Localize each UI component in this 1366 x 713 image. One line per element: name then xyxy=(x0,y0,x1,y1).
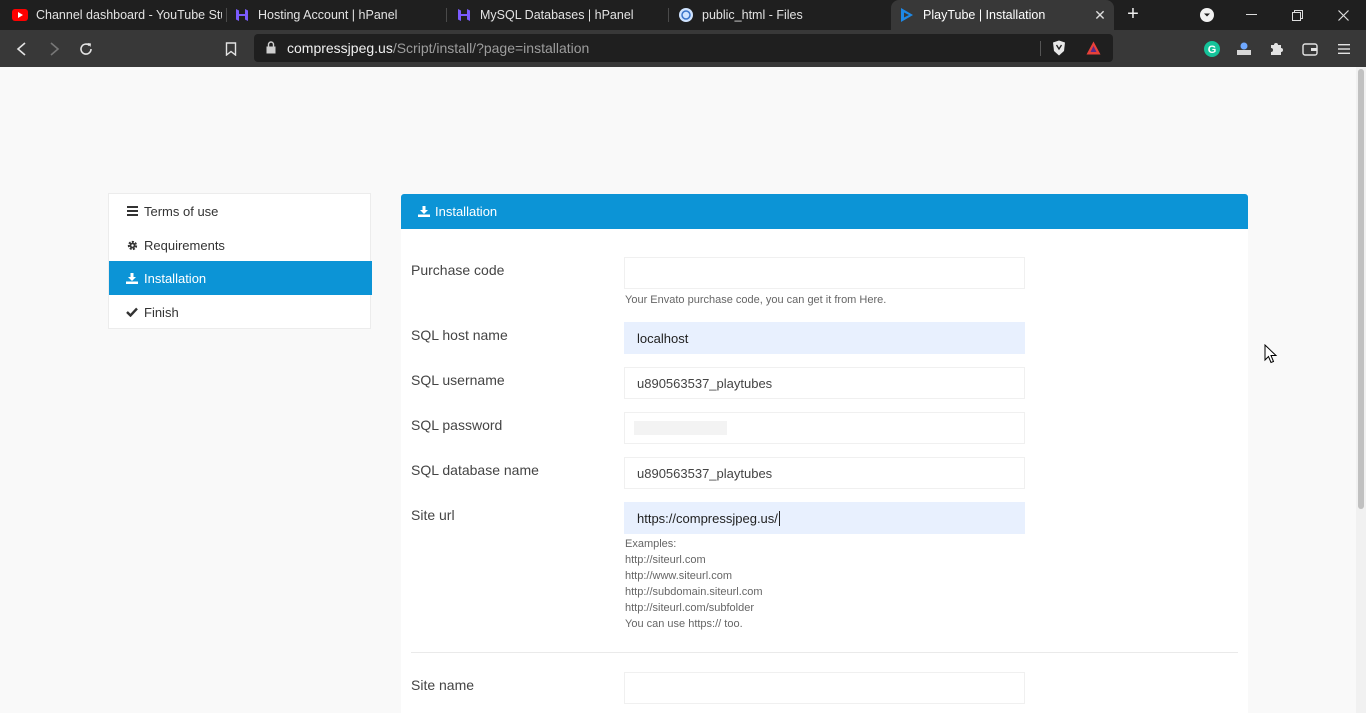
tab-mysql-databases[interactable]: MySQL Databases | hPanel xyxy=(456,0,656,30)
hostinger-icon xyxy=(456,7,472,23)
tab-hosting-account[interactable]: Hosting Account | hPanel xyxy=(234,0,434,30)
svg-text:G: G xyxy=(1208,44,1217,56)
sidebar-item-installation[interactable]: Installation xyxy=(109,261,372,295)
tab-search-icon[interactable] xyxy=(1184,0,1230,30)
check-icon xyxy=(126,306,138,318)
help-line: http://siteurl.com/subfolder xyxy=(625,602,755,614)
sql-host-label: SQL host name xyxy=(411,327,508,343)
tab-strip: Channel dashboard - YouTube Stud Hosting… xyxy=(0,0,1366,30)
help-line: http://subdomain.siteurl.com xyxy=(625,586,763,598)
sql-database-label: SQL database name xyxy=(411,462,539,478)
sql-username-input[interactable]: u890563537_playtubes xyxy=(624,367,1025,399)
sql-host-input[interactable]: localhost xyxy=(624,322,1025,354)
minimize-button[interactable] xyxy=(1228,0,1274,30)
menu-icon[interactable] xyxy=(1334,39,1354,59)
sql-database-input[interactable]: u890563537_playtubes xyxy=(624,457,1025,489)
extension-profile-icon[interactable] xyxy=(1234,39,1254,59)
sidebar-item-requirements[interactable]: Requirements xyxy=(109,228,372,262)
url-path: /Script/install/?page=installation xyxy=(392,40,590,56)
panel-header: Installation xyxy=(401,194,1248,229)
site-name-label: Site name xyxy=(411,677,475,693)
close-window-button[interactable] xyxy=(1320,0,1366,30)
tab-separator xyxy=(226,8,227,22)
scrollbar-thumb[interactable] xyxy=(1358,69,1364,509)
section-divider xyxy=(411,652,1238,653)
sidebar-item-label: Installation xyxy=(144,270,207,286)
password-mask xyxy=(634,421,727,435)
tab-title: MySQL Databases | hPanel xyxy=(480,8,634,22)
sql-password-input[interactable] xyxy=(624,412,1025,444)
tab-separator xyxy=(668,8,669,22)
new-tab-button[interactable]: + xyxy=(1122,4,1144,26)
page-scrollbar[interactable] xyxy=(1356,67,1366,713)
help-line: http://www.siteurl.com xyxy=(625,570,732,582)
text-caret xyxy=(778,510,780,526)
purchase-code-input[interactable] xyxy=(624,257,1025,289)
address-bar[interactable]: compressjpeg.us/Script/install/?page=ins… xyxy=(254,34,1113,62)
site-url-input[interactable]: https://compressjpeg.us/ xyxy=(624,502,1025,534)
purchase-code-help: Your Envato purchase code, you can get i… xyxy=(625,294,887,306)
tab-title: PlayTube | Installation xyxy=(923,8,1046,22)
sql-username-label: SQL username xyxy=(411,372,505,388)
download-icon xyxy=(126,272,138,284)
url-text: compressjpeg.us/Script/install/?page=ins… xyxy=(287,40,589,56)
tab-playtube-installation[interactable]: PlayTube | Installation ✕ xyxy=(891,0,1114,30)
sidebar-item-label: Requirements xyxy=(144,237,225,253)
sidebar-item-finish[interactable]: Finish xyxy=(109,295,372,329)
purchase-code-label: Purchase code xyxy=(411,262,505,278)
panel-title: Installation xyxy=(435,204,498,219)
youtube-icon xyxy=(12,7,28,23)
tab-title: public_html - Files xyxy=(702,8,803,22)
install-steps-sidebar: Terms of use Requirements Installation F… xyxy=(108,193,372,329)
url-host: compressjpeg.us xyxy=(287,40,393,56)
files-icon xyxy=(678,7,694,23)
extensions-puzzle-icon[interactable] xyxy=(1266,39,1286,59)
gear-icon xyxy=(126,239,138,251)
tab-separator xyxy=(446,8,447,22)
back-button[interactable] xyxy=(11,38,33,60)
browser-toolbar: compressjpeg.us/Script/install/?page=ins… xyxy=(0,30,1366,67)
site-name-input[interactable] xyxy=(624,672,1025,704)
sql-password-label: SQL password xyxy=(411,417,503,433)
help-line: You can use https:// too. xyxy=(625,618,743,630)
restore-button[interactable] xyxy=(1274,0,1320,30)
installation-panel: Installation Purchase code Your Envato p… xyxy=(401,194,1248,713)
download-icon xyxy=(418,206,430,217)
wallet-icon[interactable] xyxy=(1300,39,1320,59)
reload-button[interactable] xyxy=(75,38,97,60)
brave-shield-icon[interactable] xyxy=(1052,40,1066,61)
sidebar-item-label: Finish xyxy=(144,304,179,320)
site-url-value: https://compressjpeg.us/ xyxy=(637,510,778,526)
lock-icon xyxy=(266,41,276,59)
omnibox-divider xyxy=(1040,41,1041,56)
playtube-icon xyxy=(899,7,915,23)
forward-button[interactable] xyxy=(43,38,65,60)
brave-rewards-icon[interactable] xyxy=(1086,41,1101,60)
list-icon xyxy=(126,205,138,217)
help-line: Examples: xyxy=(625,538,677,550)
sidebar-item-terms-of-use[interactable]: Terms of use xyxy=(109,194,372,228)
tab-title: Hosting Account | hPanel xyxy=(258,8,398,22)
site-url-help: Examples: http://siteurl.com http://www.… xyxy=(625,536,763,632)
mouse-cursor-icon xyxy=(1264,343,1278,369)
site-url-label: Site url xyxy=(411,507,455,523)
tab-youtube-studio[interactable]: Channel dashboard - YouTube Stud xyxy=(12,0,222,30)
tab-title: Channel dashboard - YouTube Stud xyxy=(36,8,222,22)
bookmark-icon[interactable] xyxy=(220,38,242,60)
sidebar-item-label: Terms of use xyxy=(144,203,219,219)
hostinger-icon xyxy=(234,7,250,23)
page-content: Terms of use Requirements Installation F… xyxy=(0,67,1356,713)
help-line: http://siteurl.com xyxy=(625,554,706,566)
grammarly-icon[interactable]: G xyxy=(1202,39,1222,59)
close-tab-icon[interactable]: ✕ xyxy=(1092,7,1108,23)
tab-public-html-files[interactable]: public_html - Files xyxy=(678,0,878,30)
